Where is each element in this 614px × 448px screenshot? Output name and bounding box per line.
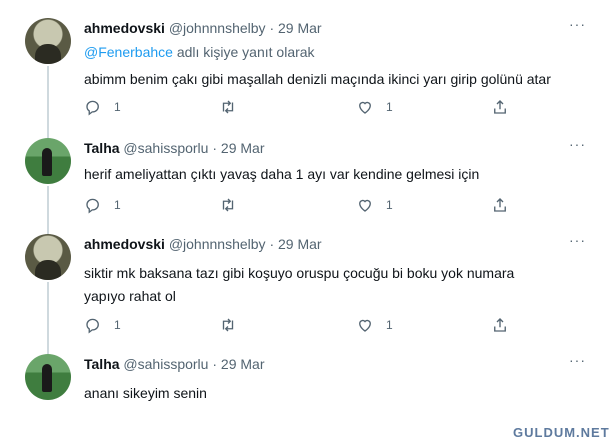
like-icon <box>359 199 371 212</box>
tweet-header: Talha @sahissporlu · 29 Mar <box>84 356 264 372</box>
retweet-button[interactable] <box>219 196 249 214</box>
tweet-header: ahmedovski @johnnnshelby · 29 Mar <box>84 236 322 252</box>
share-icon <box>494 318 506 332</box>
reply-button[interactable]: 1 <box>84 316 121 334</box>
tweet-text-line: siktir mk baksana tazı gibi koşuyo orusp… <box>84 265 515 281</box>
like-icon <box>359 319 371 332</box>
tweet-date[interactable]: 29 Mar <box>221 140 265 156</box>
tweet-text: abimm benim çakı gibi maşallah denizli m… <box>84 71 551 87</box>
reply-context-label: adlı kişiye yanıt olarak <box>172 44 315 60</box>
user-handle[interactable]: @sahissporlu <box>123 356 208 372</box>
tweet-text: herif ameliyattan çıktı yavaş daha 1 ayı… <box>84 166 480 182</box>
avatar[interactable] <box>25 234 71 280</box>
share-button[interactable] <box>491 316 509 334</box>
user-name[interactable]: Talha <box>84 140 120 156</box>
user-handle[interactable]: @johnnnshelby <box>169 236 266 252</box>
reply-icon <box>86 100 99 116</box>
like-count: 1 <box>386 198 393 212</box>
share-button[interactable] <box>491 98 509 116</box>
retweet-icon <box>222 100 234 114</box>
watermark-logo: GULDUM.NET <box>513 425 610 440</box>
retweet-icon <box>222 318 234 332</box>
more-options-icon[interactable]: ··· <box>569 352 586 368</box>
more-options-icon[interactable]: ··· <box>569 136 586 152</box>
user-name[interactable]: ahmedovski <box>84 20 165 36</box>
reply-icon <box>86 318 99 334</box>
like-button[interactable]: 1 <box>356 98 393 116</box>
reply-count: 1 <box>114 100 121 114</box>
tweet-header: Talha @sahissporlu · 29 Mar <box>84 140 264 156</box>
like-count: 1 <box>386 100 393 114</box>
share-icon <box>494 198 506 212</box>
tweet[interactable]: ahmedovski @johnnnshelby · 29 Mar ··· si… <box>0 232 614 336</box>
tweet-actions: 1 1 <box>84 196 514 216</box>
tweet-header: ahmedovski @johnnnshelby · 29 Mar <box>84 20 322 36</box>
tweet-text: siktir mk baksana tazı gibi koşuyo orusp… <box>84 262 514 308</box>
tweet-date[interactable]: 29 Mar <box>221 356 265 372</box>
share-icon <box>494 100 506 114</box>
reply-count: 1 <box>114 198 121 212</box>
reply-button[interactable]: 1 <box>84 98 121 116</box>
avatar[interactable] <box>25 354 71 400</box>
tweet-actions: 1 1 <box>84 98 514 118</box>
separator-dot: · <box>269 20 275 36</box>
separator-dot: · <box>212 140 218 156</box>
user-handle[interactable]: @sahissporlu <box>123 140 208 156</box>
tweet[interactable]: Talha @sahissporlu · 29 Mar ··· herif am… <box>0 136 614 218</box>
user-name[interactable]: Talha <box>84 356 120 372</box>
reply-count: 1 <box>114 318 121 332</box>
tweet[interactable]: ahmedovski @johnnnshelby · 29 Mar ··· @F… <box>0 16 614 128</box>
like-icon <box>359 101 371 114</box>
tweet-date[interactable]: 29 Mar <box>278 236 322 252</box>
more-options-icon[interactable]: ··· <box>569 16 586 32</box>
retweet-button[interactable] <box>219 98 249 116</box>
tweet-actions: 1 1 <box>84 316 514 336</box>
tweet[interactable]: Talha @sahissporlu · 29 Mar ··· ananı si… <box>0 352 614 424</box>
retweet-button[interactable] <box>219 316 249 334</box>
avatar[interactable] <box>25 18 71 64</box>
mention-link[interactable]: @Fenerbahce <box>84 44 173 60</box>
tweet-date[interactable]: 29 Mar <box>278 20 322 36</box>
like-button[interactable]: 1 <box>356 316 393 334</box>
user-handle[interactable]: @johnnnshelby <box>169 20 266 36</box>
separator-dot: · <box>269 236 275 252</box>
user-name[interactable]: ahmedovski <box>84 236 165 252</box>
like-count: 1 <box>386 318 393 332</box>
reply-button[interactable]: 1 <box>84 196 121 214</box>
reply-icon <box>86 198 99 214</box>
retweet-icon <box>222 198 234 212</box>
like-button[interactable]: 1 <box>356 196 393 214</box>
separator-dot: · <box>212 356 218 372</box>
reply-context: @Fenerbahce adlı kişiye yanıt olarak <box>84 44 315 60</box>
avatar[interactable] <box>25 138 71 184</box>
tweet-text-line: yapıyo rahat ol <box>84 288 176 304</box>
more-options-icon[interactable]: ··· <box>569 232 586 248</box>
share-button[interactable] <box>491 196 509 214</box>
tweet-text: ananı sikeyim senin <box>84 385 207 401</box>
